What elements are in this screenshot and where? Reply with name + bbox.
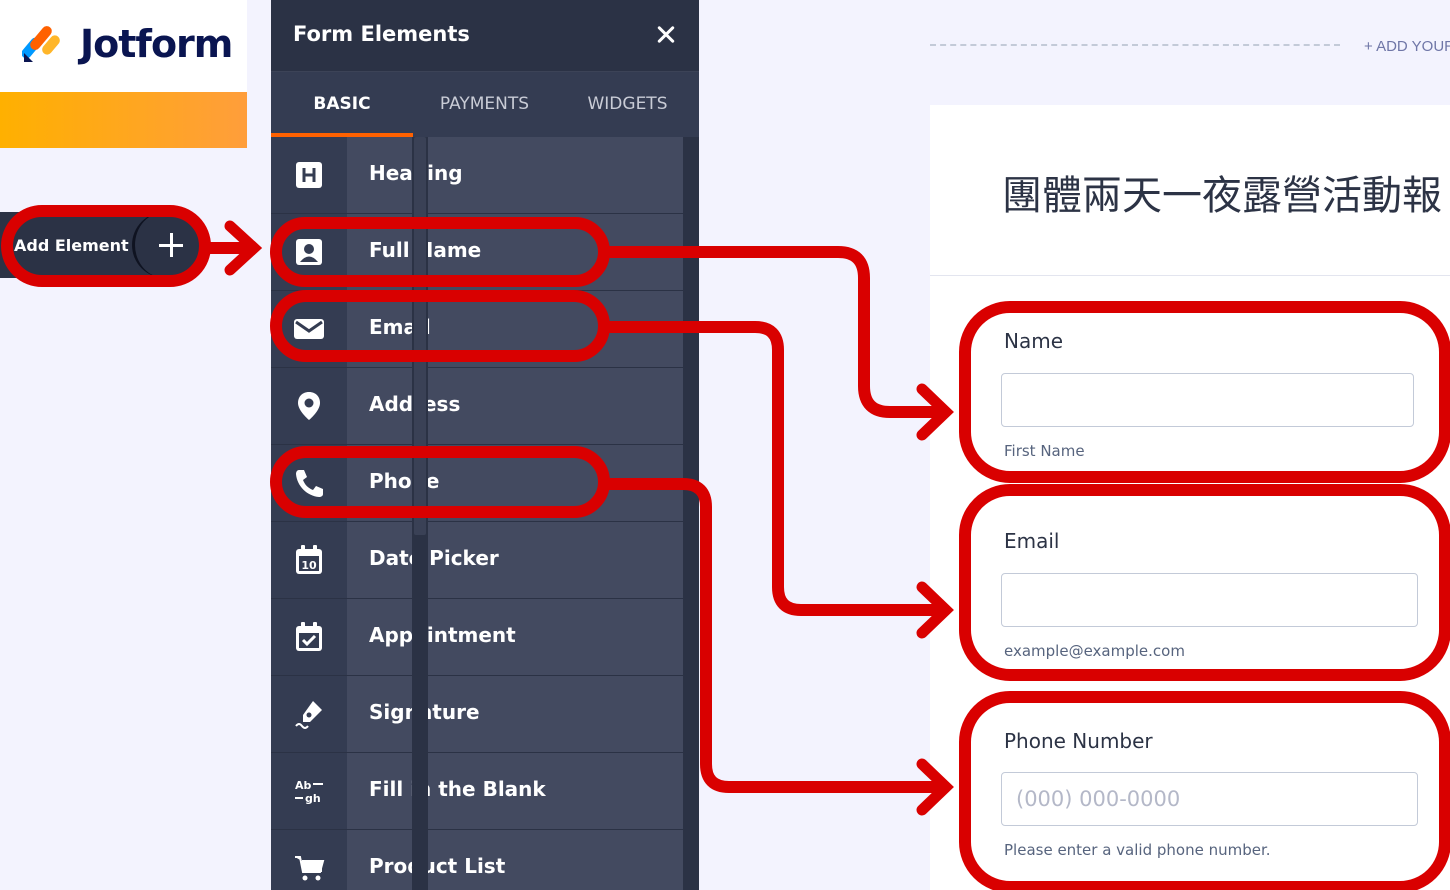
phone-field-label: Phone Number — [1004, 729, 1153, 753]
email-sublabel: example@example.com — [1004, 642, 1185, 660]
tab-payments[interactable]: PAYMENTS — [413, 72, 556, 137]
element-item-appointment[interactable]: Appointment — [271, 599, 683, 676]
email-input[interactable] — [1001, 573, 1418, 627]
element-item-email[interactable]: Email — [271, 291, 683, 368]
orange-banner — [0, 92, 247, 148]
svg-text:Ab: Ab — [295, 779, 312, 792]
tab-widgets[interactable]: WIDGETS — [556, 72, 699, 137]
add-element-button[interactable]: Add Element — [0, 212, 200, 278]
element-label: Appointment — [369, 623, 516, 647]
element-label: Fill in the Blank — [369, 777, 546, 801]
element-item-date-picker[interactable]: 10 Date Picker — [271, 522, 683, 599]
form-title[interactable]: 團體兩天一夜露營活動報 — [1002, 163, 1442, 221]
element-item-phone[interactable]: Phone — [271, 445, 683, 522]
add-element-label: Add Element — [14, 236, 129, 255]
left-sidebar: Jotform Add Element — [0, 0, 247, 890]
envelope-icon — [294, 319, 324, 339]
element-item-signature[interactable]: Signature — [271, 676, 683, 753]
add-your-logo-link[interactable]: + ADD YOUR — [1364, 38, 1450, 55]
plus-icon — [132, 212, 198, 278]
form-card: 團體兩天一夜露營活動報 Name First Name Email exampl… — [930, 105, 1450, 890]
form-divider — [930, 275, 1450, 276]
element-item-product-list[interactable]: Product List — [271, 830, 683, 890]
pen-icon — [295, 701, 322, 729]
cart-icon — [295, 856, 325, 881]
map-pin-icon — [298, 392, 320, 420]
panel-header: Form Elements — [271, 0, 699, 72]
svg-text:gh: gh — [305, 792, 321, 805]
phone-input[interactable] — [1001, 772, 1418, 826]
element-label: Date Picker — [369, 546, 499, 570]
panel-tabs: BASIC PAYMENTS WIDGETS — [271, 72, 699, 137]
element-label: Phone — [369, 469, 440, 493]
header-drop-zone — [930, 44, 1340, 46]
close-icon[interactable] — [651, 20, 681, 50]
tab-basic[interactable]: BASIC — [271, 72, 413, 137]
heading-icon — [296, 162, 322, 188]
calendar-icon: 10 — [296, 545, 322, 574]
element-item-heading[interactable]: Heading — [271, 137, 683, 214]
element-label: Product List — [369, 854, 506, 878]
email-field-label: Email — [1004, 529, 1060, 553]
fill-blank-icon: Ab gh — [295, 779, 323, 805]
contact-card-icon — [296, 239, 322, 265]
element-item-fill-in-the-blank[interactable]: Ab gh Fill in the Blank — [271, 753, 683, 830]
logo-area: Jotform — [0, 0, 247, 92]
calendar-check-icon — [296, 622, 322, 651]
first-name-input[interactable] — [1001, 373, 1414, 427]
panel-scrollbar-thumb[interactable] — [414, 137, 426, 535]
svg-text:10: 10 — [301, 559, 317, 572]
phone-icon — [296, 470, 323, 497]
jotform-logo-icon — [22, 26, 60, 62]
form-elements-panel: Form Elements BASIC PAYMENTS WIDGETS Hea… — [271, 0, 699, 890]
elements-list: Heading Full Name Email — [271, 137, 683, 890]
brand-name: Jotform — [80, 22, 233, 66]
element-item-address[interactable]: Address — [271, 368, 683, 445]
element-item-full-name[interactable]: Full Name — [271, 214, 683, 291]
panel-title: Form Elements — [293, 22, 470, 46]
first-name-sublabel: First Name — [1004, 442, 1085, 460]
phone-sublabel: Please enter a valid phone number. — [1004, 841, 1271, 859]
name-field-label: Name — [1004, 329, 1064, 353]
